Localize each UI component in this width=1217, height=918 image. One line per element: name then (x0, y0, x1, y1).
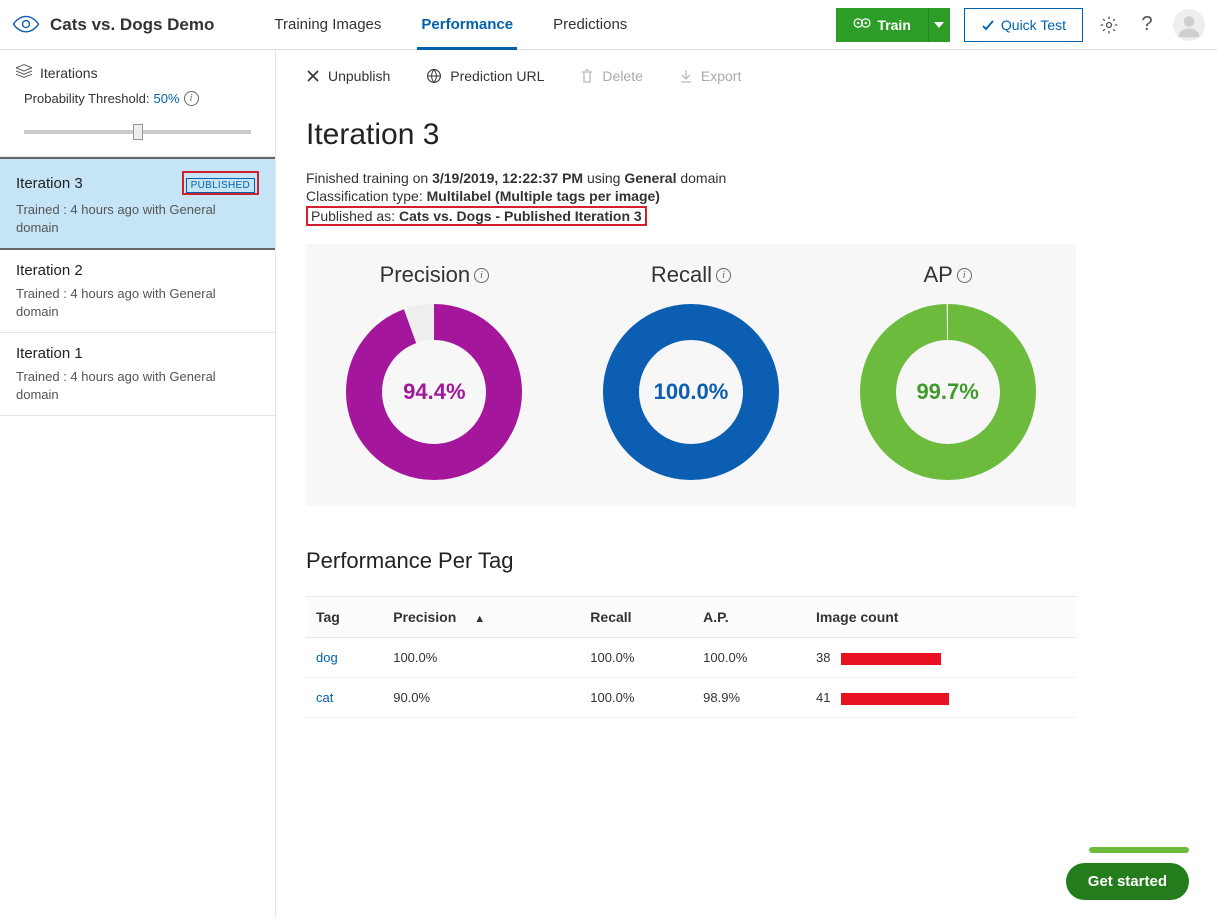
tag-link[interactable]: dog (316, 650, 338, 665)
iterations-label: Iterations (40, 65, 98, 81)
cell-ap: 100.0% (693, 638, 806, 678)
main-content: Unpublish Prediction URL Delete Export I… (276, 50, 1217, 918)
topbar: Cats vs. Dogs Demo Training Images Perfo… (0, 0, 1217, 50)
iteration-title: Iteration 3 (16, 175, 83, 192)
precision-metric: Precision i 94.4% (314, 262, 554, 482)
progress-line (1089, 847, 1189, 853)
col-ap[interactable]: A.P. (693, 597, 806, 638)
get-started-widget: Get started (1066, 847, 1189, 900)
delete-label: Delete (602, 68, 642, 84)
train-dropdown[interactable] (928, 8, 950, 42)
user-avatar[interactable] (1173, 9, 1205, 41)
customvision-eye-icon (12, 15, 40, 35)
table-row: cat 90.0%100.0%98.9%41 (306, 678, 1076, 718)
train-button[interactable]: Train (836, 8, 927, 42)
unpublish-label: Unpublish (328, 68, 390, 84)
col-tag[interactable]: Tag (306, 597, 383, 638)
export-action: Export (679, 68, 741, 84)
performance-table: Tag Precision▲ Recall A.P. Image count d… (306, 596, 1076, 718)
topbar-right: Train Quick Test ? (836, 8, 1205, 42)
finished-training-line: Finished training on 3/19/2019, 12:22:37… (306, 170, 1217, 186)
count-bar (841, 653, 941, 665)
performance-per-tag-heading: Performance Per Tag (306, 548, 1217, 574)
get-started-button[interactable]: Get started (1066, 863, 1189, 900)
cell-precision: 90.0% (383, 678, 580, 718)
iteration-item[interactable]: Iteration 2 Trained : 4 hours ago with Ge… (0, 250, 275, 333)
published-badge: PUBLISHED (186, 178, 255, 193)
ap-metric: AP i 99.7% (828, 262, 1068, 482)
iteration-title: Iteration 1 (16, 345, 83, 362)
table-row: dog100.0%100.0%100.0%38 (306, 638, 1076, 678)
iteration-subtitle: Trained : 4 hours ago with General domai… (16, 201, 259, 236)
probability-threshold: Probability Threshold: 50% i (0, 87, 275, 124)
tag-link[interactable]: cat (316, 690, 333, 705)
prediction-url-label: Prediction URL (450, 68, 544, 84)
help-button[interactable]: ? (1135, 13, 1159, 37)
iteration-subtitle: Trained : 4 hours ago with General domai… (16, 285, 259, 320)
iterations-header: Iterations (0, 50, 275, 87)
nav-tabs: Training Images Performance Predictions (274, 0, 627, 49)
col-recall[interactable]: Recall (580, 597, 693, 638)
info-icon[interactable]: i (184, 91, 199, 106)
ap-value: 99.7% (858, 302, 1038, 482)
tab-predictions[interactable]: Predictions (553, 0, 627, 49)
cell-image-count: 41 (806, 678, 1076, 718)
recall-value: 100.0% (601, 302, 781, 482)
tab-training-images[interactable]: Training Images (274, 0, 381, 49)
settings-button[interactable] (1097, 13, 1121, 37)
ap-label: AP (923, 262, 952, 288)
sidebar: Iterations Probability Threshold: 50% i … (0, 50, 276, 918)
iteration-subtitle: Trained : 4 hours ago with General domai… (16, 368, 259, 403)
col-image-count[interactable]: Image count (806, 597, 1076, 638)
info-icon[interactable]: i (474, 268, 489, 283)
cell-precision: 100.0% (383, 638, 580, 678)
delete-action: Delete (580, 68, 642, 84)
action-bar: Unpublish Prediction URL Delete Export (306, 50, 1217, 96)
precision-label: Precision (380, 262, 470, 288)
info-icon[interactable]: i (957, 268, 972, 283)
layers-icon (16, 64, 32, 81)
classification-type-line: Classification type: Multilabel (Multipl… (306, 188, 1217, 204)
count-bar (841, 693, 949, 705)
published-badge-highlight: PUBLISHED (182, 171, 259, 195)
published-as-line: Published as: Cats vs. Dogs - Published … (306, 206, 1217, 226)
recall-metric: Recall i 100.0% (571, 262, 811, 482)
iteration-item[interactable]: Iteration 3 PUBLISHED Trained : 4 hours ag… (0, 157, 275, 250)
cell-recall: 100.0% (580, 678, 693, 718)
quick-test-button[interactable]: Quick Test (964, 8, 1083, 42)
metrics-row: Precision i 94.4% Recall i 100.0% AP i 9… (306, 244, 1076, 506)
tab-performance[interactable]: Performance (421, 0, 513, 49)
unpublish-action[interactable]: Unpublish (306, 68, 390, 84)
quick-test-label: Quick Test (1001, 17, 1066, 33)
iteration-item[interactable]: Iteration 1 Trained : 4 hours ago with Ge… (0, 333, 275, 416)
iteration-title: Iteration 2 (16, 262, 83, 279)
project-title: Cats vs. Dogs Demo (50, 15, 214, 35)
cell-ap: 98.9% (693, 678, 806, 718)
gear-icon (853, 16, 871, 33)
iteration-heading: Iteration 3 (306, 118, 1217, 152)
prediction-url-action[interactable]: Prediction URL (426, 68, 544, 84)
threshold-value: 50% (154, 91, 180, 106)
cell-recall: 100.0% (580, 638, 693, 678)
threshold-slider[interactable] (24, 124, 251, 142)
train-button-group: Train (836, 8, 949, 42)
recall-label: Recall (651, 262, 712, 288)
train-label: Train (877, 17, 910, 33)
info-icon[interactable]: i (716, 268, 731, 283)
threshold-label: Probability Threshold: (24, 91, 150, 106)
sort-caret-icon: ▲ (474, 613, 485, 625)
col-precision[interactable]: Precision▲ (383, 597, 580, 638)
cell-image-count: 38 (806, 638, 1076, 678)
export-label: Export (701, 68, 741, 84)
precision-value: 94.4% (344, 302, 524, 482)
